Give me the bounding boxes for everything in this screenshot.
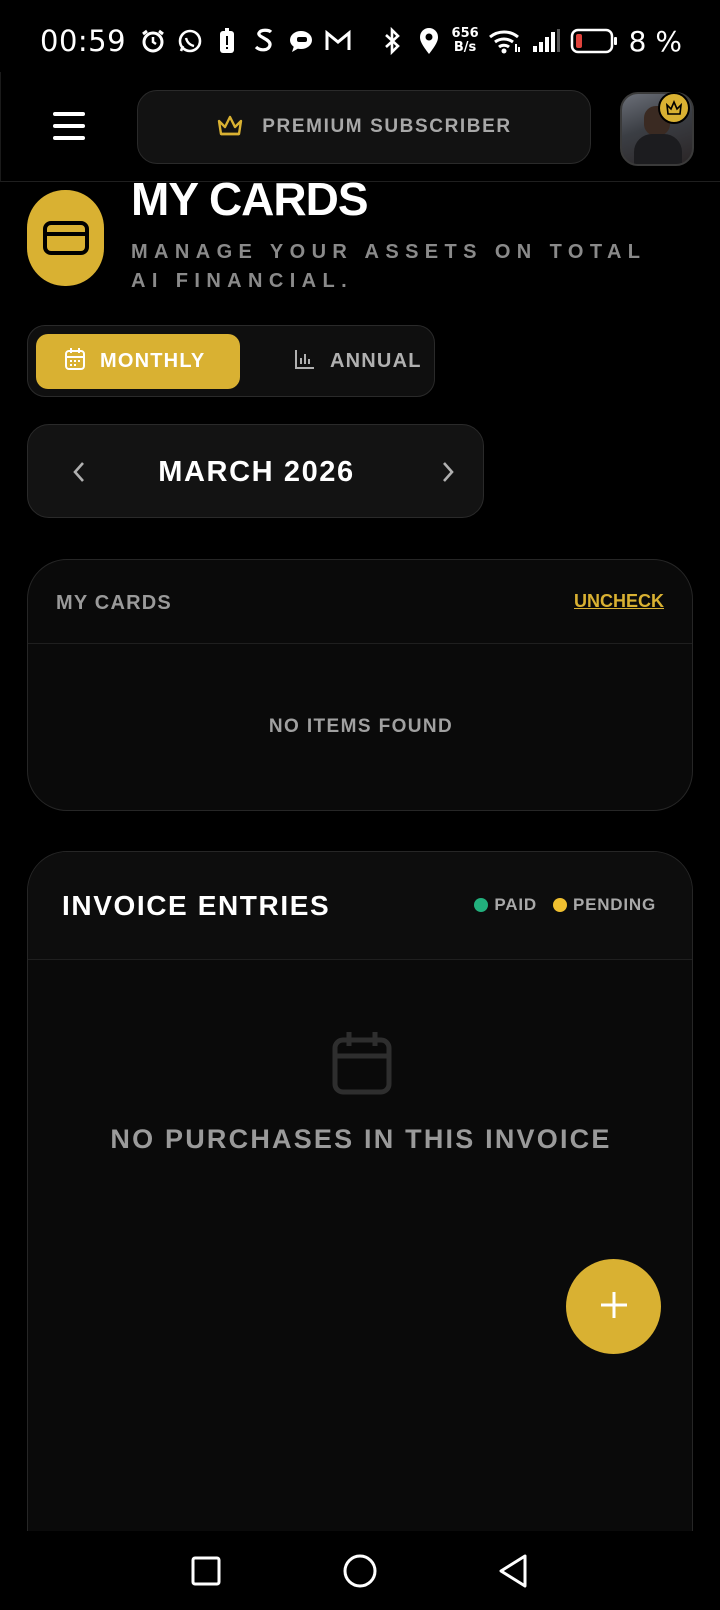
- s-app-icon: [250, 27, 278, 55]
- alarm-icon: [139, 27, 167, 55]
- location-icon: [415, 27, 443, 55]
- month-picker: MARCH 2026: [27, 424, 484, 518]
- view-toggle: MONTHLY ANNUAL: [27, 325, 435, 397]
- status-bar-right: 656 B/s 8 %: [378, 25, 682, 58]
- network-speed-unit: B/s: [453, 40, 477, 55]
- month-label: MARCH 2026: [158, 455, 355, 488]
- hamburger-menu-icon[interactable]: [53, 112, 85, 140]
- battery-percent: 8 %: [628, 24, 682, 58]
- tab-monthly-label: MONTHLY: [100, 350, 206, 372]
- crown-icon: [216, 113, 244, 141]
- premium-subscriber-badge[interactable]: PREMIUM SUBSCRIBER: [137, 90, 591, 164]
- tab-annual-label: ANNUAL: [330, 350, 422, 372]
- tab-monthly[interactable]: MONTHLY: [36, 334, 240, 389]
- wifi-icon: [488, 27, 522, 55]
- status-time: 00:59: [40, 24, 127, 58]
- network-speed: 656 B/s: [452, 27, 479, 55]
- tab-annual[interactable]: ANNUAL: [266, 334, 426, 389]
- bluetooth-icon: [378, 27, 406, 55]
- legend-pending-label: PENDING: [572, 895, 656, 914]
- system-nav-bar: [0, 1531, 720, 1610]
- chevron-left-icon[interactable]: [64, 457, 94, 487]
- gmail-icon: [324, 27, 352, 55]
- app-header: PREMIUM SUBSCRIBER: [0, 72, 720, 182]
- bar-chart-icon: [294, 348, 316, 376]
- home-icon[interactable]: [340, 1551, 380, 1591]
- chevron-right-icon[interactable]: [433, 457, 463, 487]
- empty-invoice-text: NO PURCHASES IN THIS INVOICE: [110, 1124, 612, 1154]
- uncheck-button[interactable]: UNCHECK: [574, 591, 664, 612]
- page-title: MY CARDS: [131, 173, 369, 225]
- pending-dot: [552, 898, 567, 912]
- network-speed-value: 656: [451, 26, 479, 41]
- add-entry-button[interactable]: [566, 1259, 661, 1354]
- no-items-text: NO ITEMS FOUND: [268, 716, 454, 737]
- plus-icon: [598, 1289, 630, 1325]
- chat-icon: [287, 27, 315, 55]
- page-subtitle: MANAGE YOUR ASSETS ON TOTAL AI FINANCIAL…: [131, 241, 647, 292]
- status-bar-left: 00:59: [40, 24, 352, 58]
- recent-apps-icon[interactable]: [186, 1551, 226, 1591]
- credit-card-icon: [27, 190, 104, 286]
- calendar-icon: [64, 347, 86, 377]
- legend-paid-label: PAID: [494, 895, 537, 914]
- my-cards-title: MY CARDS: [56, 592, 172, 614]
- paid-dot: [474, 898, 489, 912]
- status-bar: 00:59 656 B/s 8 %: [0, 0, 720, 82]
- status-legend: PAID PENDING: [464, 895, 656, 915]
- battery-saver-icon: [213, 27, 241, 55]
- whatsapp-icon: [176, 27, 204, 55]
- crown-icon: [658, 92, 690, 124]
- battery-icon: [570, 27, 618, 55]
- my-cards-panel: MY CARDS UNCHECK NO ITEMS FOUND: [27, 559, 693, 811]
- invoice-title: INVOICE ENTRIES: [62, 890, 331, 921]
- invoice-header: INVOICE ENTRIES PAID PENDING: [28, 852, 692, 960]
- my-cards-header: MY CARDS UNCHECK: [28, 560, 692, 644]
- back-icon[interactable]: [493, 1551, 533, 1591]
- premium-label: PREMIUM SUBSCRIBER: [262, 116, 512, 137]
- invoice-entries-panel: INVOICE ENTRIES PAID PENDING NO PURCHASE…: [27, 851, 693, 1610]
- calendar-icon: [331, 1030, 393, 1096]
- signal-icon: [531, 27, 561, 55]
